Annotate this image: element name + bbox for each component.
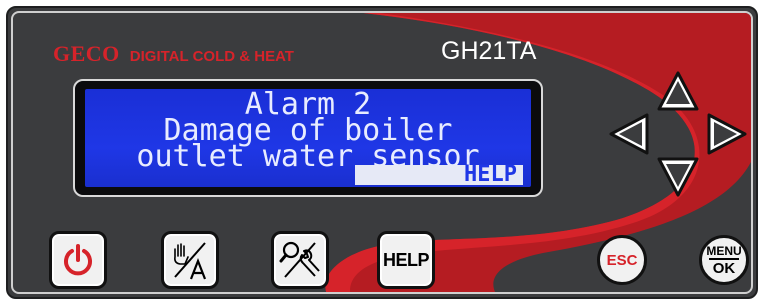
lcd-help-softkey: HELP bbox=[355, 164, 523, 186]
lcd-screen: Alarm 2 Damage of boiler outlet water se… bbox=[85, 89, 531, 187]
geco-logo: GECO bbox=[53, 41, 120, 66]
arrow-up-button[interactable] bbox=[655, 69, 701, 115]
menu-label: MENU bbox=[706, 243, 742, 258]
model-name: GH21TA bbox=[441, 37, 537, 65]
help-button[interactable]: HELP bbox=[377, 231, 435, 289]
arrow-left-icon bbox=[609, 113, 649, 155]
power-button[interactable] bbox=[49, 231, 107, 289]
panel-frame: GECO DIGITAL COLD & HEAT GH21TA Alarm 2 … bbox=[11, 11, 753, 294]
help-button-label: HELP bbox=[382, 249, 430, 270]
menu-ok-button[interactable]: MENU OK bbox=[699, 235, 749, 285]
arrow-down-icon bbox=[657, 157, 699, 197]
manual-auto-button[interactable] bbox=[161, 231, 219, 289]
search-wrench-icon bbox=[279, 241, 320, 278]
service-button[interactable] bbox=[271, 231, 329, 289]
controller-panel: GECO DIGITAL COLD & HEAT GH21TA Alarm 2 … bbox=[6, 6, 758, 299]
esc-button[interactable]: ESC bbox=[597, 235, 647, 285]
ok-label: OK bbox=[712, 259, 736, 277]
arrow-left-button[interactable] bbox=[607, 111, 653, 157]
lcd-bezel: Alarm 2 Damage of boiler outlet water se… bbox=[73, 79, 543, 197]
power-icon bbox=[64, 244, 92, 276]
arrow-right-icon bbox=[707, 113, 747, 155]
hand-auto-icon bbox=[174, 242, 207, 280]
esc-button-label: ESC bbox=[606, 251, 638, 269]
brand-area: GECO DIGITAL COLD & HEAT bbox=[53, 41, 294, 67]
arrow-up-icon bbox=[657, 71, 699, 111]
arrow-right-button[interactable] bbox=[703, 111, 749, 157]
arrow-down-button[interactable] bbox=[655, 153, 701, 199]
brand-tagline: DIGITAL COLD & HEAT bbox=[129, 48, 294, 65]
menu-ok-label: MENU OK bbox=[706, 245, 741, 276]
